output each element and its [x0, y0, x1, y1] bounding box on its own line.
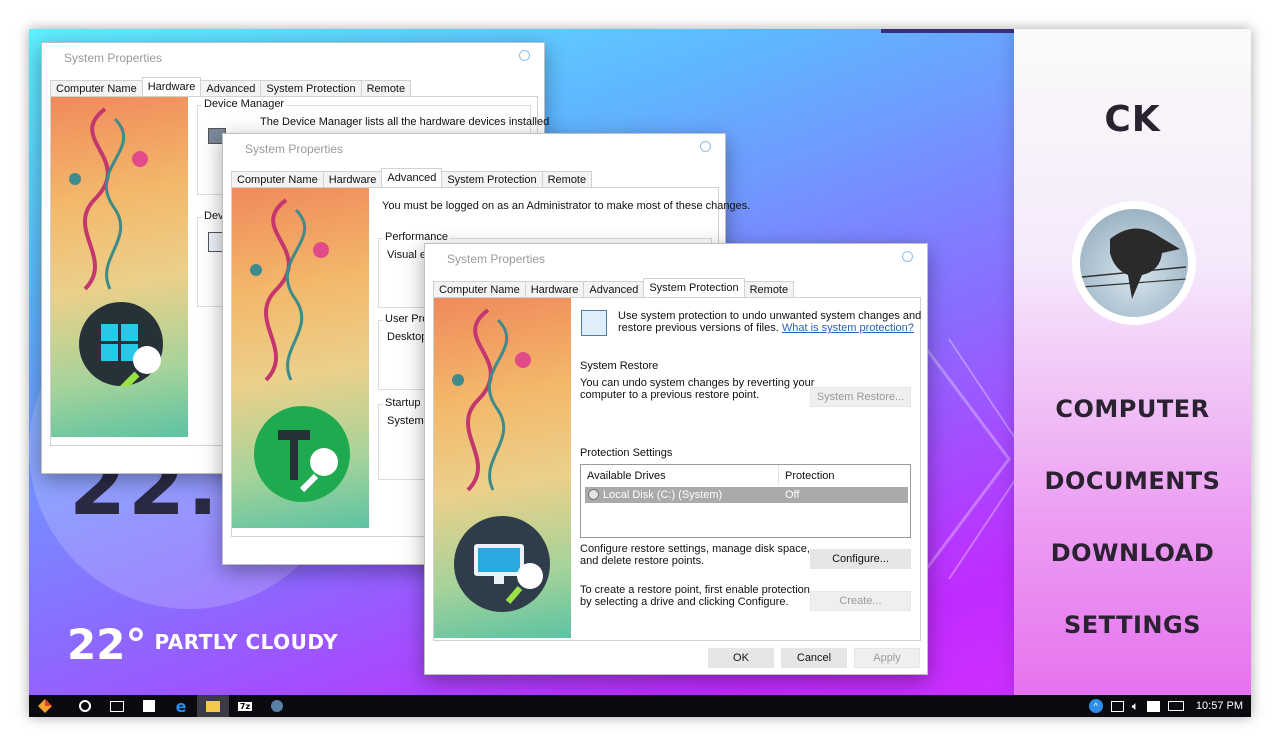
volume-icon[interactable]: 🔈︎ — [1132, 699, 1139, 714]
intro-line2-text: restore previous versions of files. — [618, 322, 779, 334]
tab-hardware[interactable]: Hardware — [322, 171, 383, 187]
performance-label: Performance — [383, 231, 450, 243]
tab-strip: Computer Name Hardware Advanced System P… — [231, 168, 593, 187]
7zip-label: 7z — [237, 701, 253, 711]
tab-page: Use system protection to undo unwanted s… — [433, 297, 921, 641]
create-button[interactable]: Create... — [810, 591, 911, 611]
side-link-computer[interactable]: COMPUTER — [1014, 395, 1251, 423]
restore-text-line2: computer to a previous restore point. — [580, 389, 760, 401]
user-initials: CK — [1104, 99, 1161, 140]
apply-button[interactable]: Apply — [854, 648, 920, 668]
taskbar-clock[interactable]: 10:57 PM — [1196, 700, 1243, 712]
show-hidden-icons-icon[interactable]: ^ — [1088, 699, 1103, 713]
window-title: System Properties — [447, 252, 546, 266]
drives-listbox[interactable]: Available Drives Protection Local Disk (… — [580, 464, 911, 538]
system-properties-window-protection[interactable]: System Properties Computer Name Hardware… — [424, 243, 928, 675]
7zip-icon[interactable]: 7z — [229, 695, 261, 717]
avatar[interactable] — [1072, 201, 1196, 325]
tab-remote[interactable]: Remote — [360, 80, 412, 96]
weather-widget: 22° PARTLY CLOUDY — [67, 624, 338, 666]
tab-advanced[interactable]: Advanced — [200, 80, 262, 96]
intro-line2: restore previous versions of files. What… — [618, 322, 914, 334]
cancel-button[interactable]: Cancel — [781, 648, 847, 668]
task-view-icon[interactable] — [101, 695, 133, 717]
local-disk-icon — [588, 489, 599, 500]
configure-text-line2: and delete restore points. — [580, 555, 705, 567]
store-icon[interactable] — [133, 695, 165, 717]
admin-note: You must be logged on as an Administrato… — [382, 200, 751, 212]
build-tools-badge-icon — [254, 406, 350, 502]
what-is-system-protection-link[interactable]: What is system protection? — [782, 322, 914, 334]
accent-bar — [881, 29, 1016, 33]
window-title: System Properties — [245, 142, 344, 156]
device-manager-label: Device Manager — [202, 98, 287, 110]
configure-button[interactable]: Configure... — [810, 549, 911, 569]
configure-text-line1: Configure restore settings, manage disk … — [580, 543, 810, 555]
desktop: 22.5 22° PARTLY CLOUDY CK COMPUTER DOCUM… — [29, 29, 1251, 717]
tab-system-protection[interactable]: System Protection — [441, 171, 543, 187]
windows-tools-badge-icon — [79, 302, 163, 397]
close-icon[interactable] — [902, 251, 913, 262]
tab-hardware[interactable]: Hardware — [524, 281, 585, 297]
side-link-settings[interactable]: SETTINGS — [1014, 611, 1251, 639]
start-icon[interactable] — [29, 695, 61, 717]
column-header-available-drives[interactable]: Available Drives — [581, 465, 779, 485]
window-title: System Properties — [64, 51, 163, 65]
drive-name: Local Disk (C:) (System) — [603, 489, 723, 501]
action-center-icon[interactable] — [1146, 700, 1160, 712]
cortana-icon[interactable] — [69, 695, 101, 717]
close-icon[interactable] — [519, 50, 530, 61]
file-explorer-icon[interactable] — [197, 695, 229, 717]
tab-computer-name[interactable]: Computer Name — [231, 171, 324, 187]
tab-computer-name[interactable]: Computer Name — [50, 80, 143, 96]
tab-advanced[interactable]: Advanced — [583, 281, 645, 297]
taskbar: e 7z ^ 🔈︎ 10:57 PM — [29, 695, 1251, 717]
table-row[interactable]: Local Disk (C:) (System) Off — [585, 487, 908, 503]
tab-strip: Computer Name Hardware Advanced System P… — [50, 77, 412, 96]
swirl-ornament-icon — [69, 107, 148, 291]
device-manager-text: The Device Manager lists all the hardwar… — [260, 116, 550, 128]
create-text-line1: To create a restore point, first enable … — [580, 584, 810, 596]
tab-advanced[interactable]: Advanced — [381, 168, 443, 187]
weather-description: PARTLY CLOUDY — [154, 630, 339, 654]
swirl-ornament-icon — [452, 308, 531, 492]
keyboard-icon[interactable] — [1167, 701, 1184, 711]
system-restore-button[interactable]: System Restore... — [810, 387, 911, 407]
tab-computer-name[interactable]: Computer Name — [433, 281, 526, 297]
swirl-ornament-icon — [250, 198, 329, 382]
side-link-download[interactable]: DOWNLOAD — [1014, 539, 1251, 567]
system-protection-icon — [581, 310, 607, 336]
column-header-protection[interactable]: Protection — [779, 465, 910, 485]
create-text-line2: by selecting a drive and clicking Config… — [580, 596, 789, 608]
protection-settings-label: Protection Settings — [580, 447, 673, 459]
decorative-art-panel — [434, 298, 571, 638]
drive-protection-status: Off — [785, 489, 800, 501]
system-restore-label: System Restore — [580, 360, 659, 372]
globe-icon[interactable] — [261, 695, 293, 717]
ok-button[interactable]: OK — [708, 648, 774, 668]
decorative-art-panel — [232, 188, 369, 528]
side-link-documents[interactable]: DOCUMENTS — [1014, 467, 1251, 495]
tab-system-protection[interactable]: System Protection — [260, 80, 362, 96]
tab-system-protection[interactable]: System Protection — [643, 278, 745, 297]
restore-text-line1: You can undo system changes by reverting… — [580, 377, 815, 389]
side-panel: CK COMPUTER DOCUMENTS DOWNLOAD SETTINGS — [1014, 29, 1251, 695]
tab-strip: Computer Name Hardware Advanced System P… — [433, 278, 795, 297]
tab-hardware[interactable]: Hardware — [141, 77, 202, 96]
avatar-bird-image — [1080, 209, 1188, 317]
close-icon[interactable] — [700, 141, 711, 152]
edge-icon[interactable]: e — [165, 695, 197, 717]
tab-remote[interactable]: Remote — [541, 171, 593, 187]
monitor-tools-badge-icon — [454, 516, 550, 612]
user-profiles-text: Desktop — [387, 331, 428, 343]
weather-temperature: 22° — [67, 620, 147, 669]
network-icon[interactable] — [1110, 700, 1124, 712]
intro-line1: Use system protection to undo unwanted s… — [618, 310, 922, 322]
system-tray: ^ 🔈︎ 10:57 PM — [1088, 695, 1243, 717]
tab-remote[interactable]: Remote — [743, 281, 795, 297]
decorative-art-panel — [51, 97, 188, 437]
